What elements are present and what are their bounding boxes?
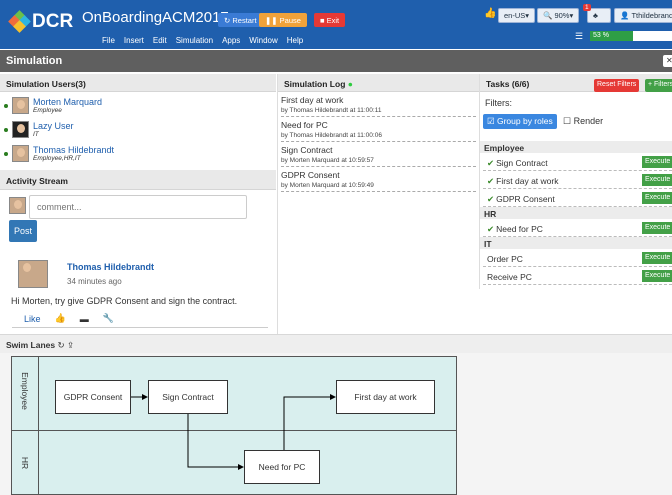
- swim-lane-arrows: [130, 394, 336, 470]
- activity-first-day-at-work[interactable]: First day at work: [336, 380, 435, 414]
- activity-need-for-pc[interactable]: Need for PC: [244, 450, 320, 484]
- activity-gdpr-consent[interactable]: GDPR Consent: [55, 380, 131, 414]
- arrow: [187, 414, 244, 470]
- arrow: [283, 394, 336, 450]
- activity-sign-contract[interactable]: Sign Contract: [148, 380, 228, 414]
